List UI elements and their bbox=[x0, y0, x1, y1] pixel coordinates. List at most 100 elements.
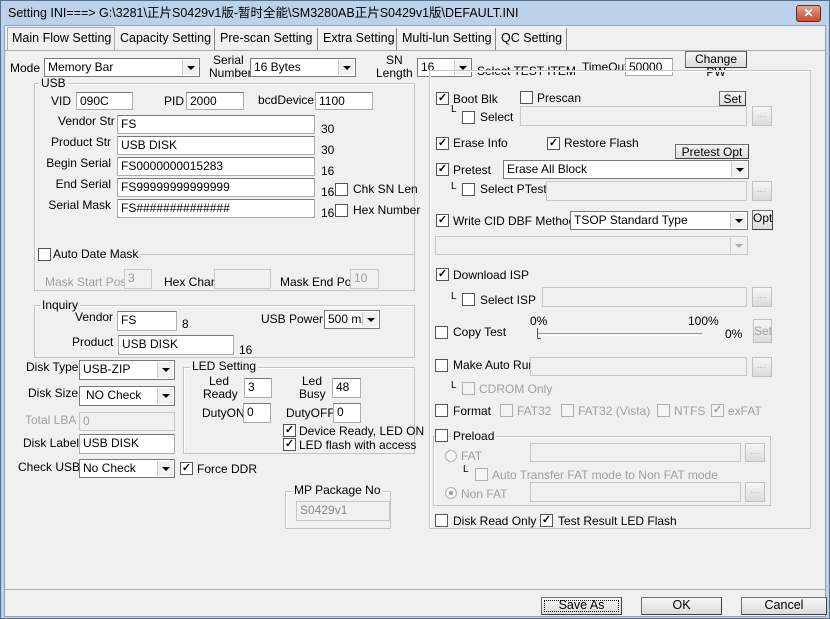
check-usb-dropdown[interactable]: No Check bbox=[79, 459, 175, 478]
chk-sn-len-checkbox[interactable] bbox=[335, 183, 348, 196]
usb-power-label: USB Power bbox=[261, 312, 324, 326]
chevron-down-icon bbox=[459, 65, 467, 70]
make-auto-run-checkbox[interactable] bbox=[435, 359, 448, 372]
fat-radio[interactable] bbox=[445, 450, 457, 462]
pretest-dropdown[interactable]: Erase All Block bbox=[503, 160, 749, 179]
select-ptest-checkbox[interactable] bbox=[462, 183, 475, 196]
begin-serial-input[interactable]: FS0000000015283 bbox=[117, 157, 315, 176]
chevron-down-icon bbox=[735, 218, 743, 223]
non-fat-radio[interactable] bbox=[445, 487, 457, 499]
slider-thumb[interactable] bbox=[537, 328, 541, 339]
copy-set-button[interactable]: Set bbox=[753, 319, 772, 343]
erase-info-label: Erase Info bbox=[453, 136, 508, 150]
tab-multi-lun[interactable]: Multi-lun Setting bbox=[398, 28, 496, 50]
total-lba-input[interactable]: 0 bbox=[79, 412, 175, 431]
save-as-button[interactable]: Save As bbox=[541, 597, 622, 615]
pretest-opt-button[interactable]: Pretest Opt bbox=[675, 144, 749, 159]
begin-serial-length: 16 bbox=[321, 164, 335, 178]
device-ready-checkbox[interactable]: ✓ bbox=[283, 424, 296, 437]
chevron-down-icon bbox=[162, 368, 170, 372]
duty-on-input[interactable]: 0 bbox=[243, 403, 271, 423]
isp-browse-button[interactable]: .... bbox=[752, 287, 772, 307]
disk-label-input[interactable]: USB DISK bbox=[79, 434, 175, 454]
vid-input[interactable]: 090C bbox=[76, 92, 133, 110]
dbf-method-label: DBF Method bbox=[508, 214, 576, 228]
serial-mask-input[interactable]: FS############## bbox=[117, 199, 315, 218]
erase-info-checkbox[interactable]: ✓ bbox=[436, 137, 449, 150]
prescan-checkbox[interactable] bbox=[520, 91, 533, 104]
product-str-input[interactable]: USB DISK bbox=[117, 136, 315, 155]
auto-transfer-checkbox[interactable] bbox=[475, 468, 488, 481]
hex-char-input[interactable] bbox=[214, 269, 271, 289]
tab-capacity[interactable]: Capacity Setting bbox=[116, 28, 215, 50]
duty-off-input[interactable]: 0 bbox=[333, 403, 361, 423]
dbf-method-dropdown[interactable]: TSOP Standard Type bbox=[570, 211, 748, 230]
cdrom-only-checkbox[interactable] bbox=[462, 382, 475, 395]
non-fat-browse-button[interactable]: .... bbox=[745, 482, 765, 502]
boot-select-checkbox[interactable] bbox=[462, 111, 475, 124]
inquiry-vendor-input[interactable]: FS bbox=[117, 311, 177, 331]
format-checkbox[interactable] bbox=[435, 404, 448, 417]
disk-type-dropdown[interactable]: USB-ZIP bbox=[79, 360, 175, 380]
led-busy-input[interactable]: 48 bbox=[332, 378, 361, 398]
copy-test-checkbox[interactable] bbox=[435, 326, 448, 339]
bcd-device-input[interactable]: 1100 bbox=[315, 92, 373, 110]
end-serial-input[interactable]: FS99999999999999 bbox=[117, 178, 315, 197]
close-button[interactable]: ✕ bbox=[796, 5, 821, 22]
fat32-vista-checkbox[interactable] bbox=[561, 404, 574, 417]
usb-power-dropdown[interactable]: 500 mA bbox=[324, 310, 380, 329]
hex-number-checkbox[interactable] bbox=[335, 204, 348, 217]
pretest-checkbox[interactable]: ✓ bbox=[436, 163, 449, 176]
download-isp-checkbox[interactable]: ✓ bbox=[436, 268, 449, 281]
auto-date-mask-checkbox[interactable] bbox=[38, 248, 51, 261]
disk-label-label: Disk Label bbox=[23, 436, 80, 450]
serial-number-dropdown[interactable]: 16 Bytes bbox=[250, 58, 356, 77]
mask-start-pos-label: Mask Start Pos: bbox=[45, 275, 130, 289]
fat32-checkbox[interactable] bbox=[500, 404, 513, 417]
cancel-button[interactable]: Cancel bbox=[741, 597, 827, 615]
mode-dropdown[interactable]: Memory Bar bbox=[44, 58, 200, 77]
dbf-opt-button[interactable]: Opt bbox=[752, 210, 773, 230]
auto-run-browse-button[interactable]: .... bbox=[752, 357, 772, 377]
ok-button[interactable]: OK bbox=[641, 597, 722, 615]
boot-set-button[interactable]: Set bbox=[719, 91, 746, 106]
inquiry-product-input[interactable]: USB DISK bbox=[118, 335, 234, 355]
vendor-str-input[interactable]: FS bbox=[117, 115, 315, 134]
mp-package-input: S0429v1 bbox=[296, 501, 390, 521]
tab-qc[interactable]: QC Setting bbox=[497, 28, 567, 50]
tab-prescan[interactable]: Pre-scan Setting bbox=[216, 28, 318, 50]
copy-test-slider[interactable] bbox=[537, 333, 703, 336]
preload-checkbox[interactable] bbox=[435, 429, 448, 442]
write-cid-checkbox[interactable]: ✓ bbox=[436, 214, 449, 227]
usb-power-value: 500 mA bbox=[328, 312, 370, 326]
led-flash-checkbox[interactable]: ✓ bbox=[283, 438, 296, 451]
force-ddr-checkbox[interactable]: ✓ bbox=[180, 462, 193, 475]
inquiry-product-length: 16 bbox=[239, 343, 253, 357]
test-result-led-checkbox[interactable]: ✓ bbox=[540, 514, 553, 527]
duty-on-label: DutyON bbox=[202, 406, 245, 420]
cid-dropdown[interactable] bbox=[435, 236, 748, 255]
boot-blk-checkbox[interactable]: ✓ bbox=[436, 92, 449, 105]
tab-main-flow[interactable]: Main Flow Setting bbox=[7, 27, 115, 51]
pretest-label: Pretest bbox=[453, 163, 492, 177]
select-isp-checkbox[interactable] bbox=[462, 293, 475, 306]
change-pw-button[interactable]: Change PW bbox=[685, 51, 747, 79]
prescan-label: Prescan bbox=[537, 91, 582, 105]
fat-browse-button[interactable]: .... bbox=[745, 443, 765, 462]
exfat-checkbox[interactable]: ✓ bbox=[711, 404, 724, 417]
product-str-length: 30 bbox=[321, 143, 335, 157]
mask-start-pos-input[interactable]: 3 bbox=[124, 269, 152, 289]
ptest-browse-button[interactable]: .... bbox=[752, 181, 772, 201]
disk-type-label: Disk Type bbox=[26, 360, 79, 374]
ntfs-checkbox[interactable] bbox=[657, 404, 670, 417]
end-serial-length: 16 bbox=[321, 185, 335, 199]
end-serial-label: End Serial bbox=[55, 177, 111, 191]
boot-browse-button[interactable]: .... bbox=[752, 106, 772, 126]
disk-size-dropdown[interactable]: NO Check bbox=[79, 386, 175, 406]
led-ready-input[interactable]: 3 bbox=[244, 378, 272, 398]
tab-extra[interactable]: Extra Setting bbox=[319, 28, 397, 50]
disk-read-only-checkbox[interactable] bbox=[435, 514, 448, 527]
restore-flash-checkbox[interactable]: ✓ bbox=[547, 137, 560, 150]
pid-input[interactable]: 2000 bbox=[186, 92, 244, 110]
mask-end-pos-input[interactable]: 10 bbox=[350, 269, 379, 289]
